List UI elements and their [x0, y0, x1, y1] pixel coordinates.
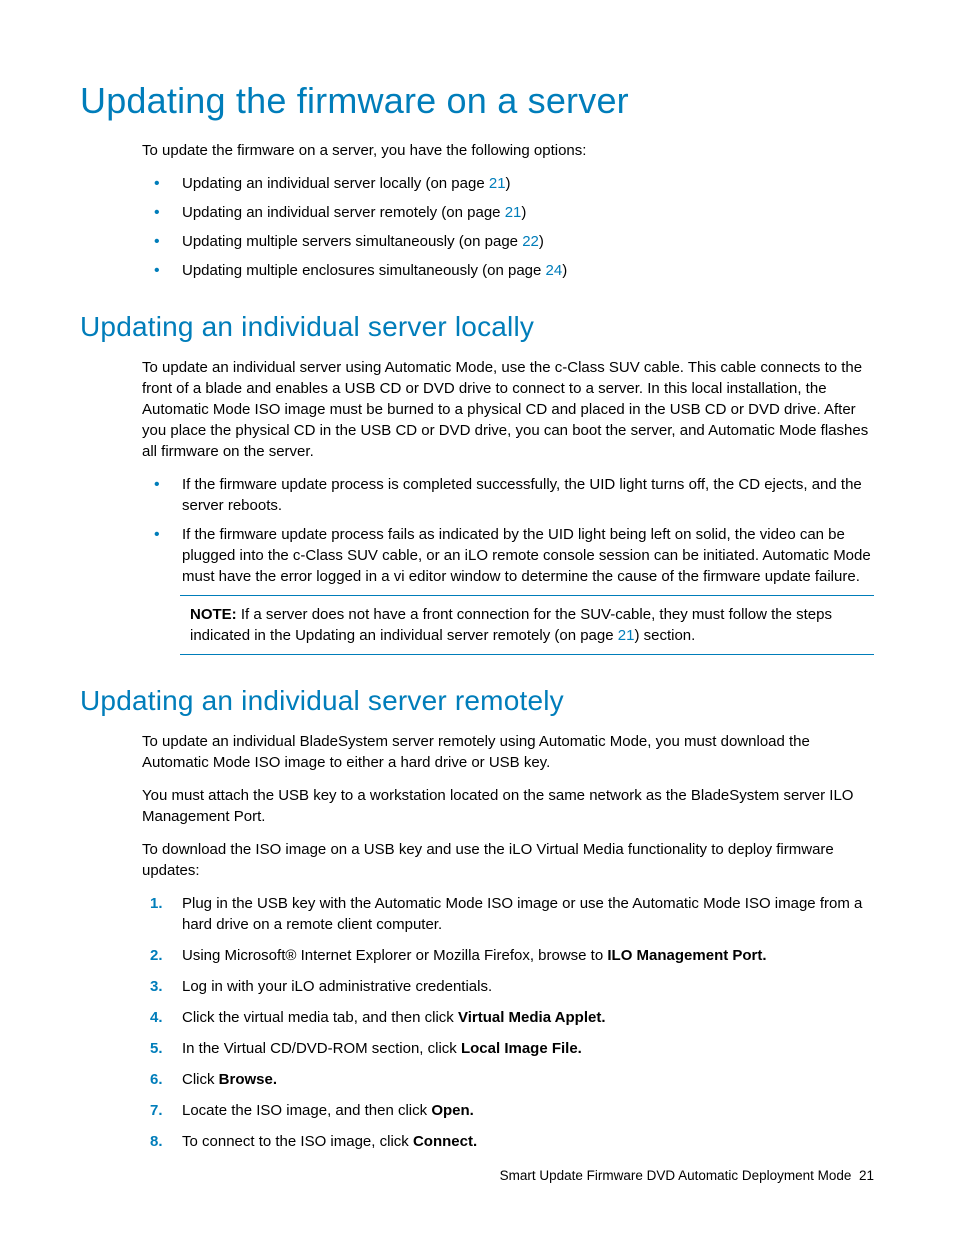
option-tail: ) [506, 175, 511, 192]
step-item: In the Virtual CD/DVD-ROM section, click… [142, 1038, 874, 1059]
page-link[interactable]: 21 [618, 627, 635, 644]
note-box: NOTE: If a server does not have a front … [180, 595, 874, 655]
note-text-pre: If a server does not have a front connec… [190, 606, 832, 644]
page-link[interactable]: 22 [522, 233, 539, 250]
section2-paragraph2: You must attach the USB key to a worksta… [80, 785, 874, 827]
option-tail: ) [539, 233, 544, 250]
option-text: Updating multiple enclosures simultaneou… [182, 262, 546, 279]
step-item: To connect to the ISO image, click Conne… [142, 1131, 874, 1152]
list-item: If the firmware update process is comple… [142, 474, 874, 516]
section-heading-locally: Updating an individual server locally [80, 311, 874, 343]
page-footer: Smart Update Firmware DVD Automatic Depl… [500, 1168, 874, 1183]
footer-text: Smart Update Firmware DVD Automatic Depl… [500, 1168, 852, 1183]
section1-bullets: If the firmware update process is comple… [80, 474, 874, 587]
page-link[interactable]: 21 [489, 175, 506, 192]
section2-paragraph1: To update an individual BladeSystem serv… [80, 731, 874, 773]
section1-paragraph: To update an individual server using Aut… [80, 357, 874, 462]
list-item: Updating multiple enclosures simultaneou… [142, 260, 874, 281]
list-item: Updating an individual server remotely (… [142, 202, 874, 223]
page-title: Updating the firmware on a server [80, 80, 874, 122]
page-content: Updating the firmware on a server To upd… [0, 0, 954, 1152]
step-text: Locate the ISO image, and then click [182, 1102, 431, 1119]
option-tail: ) [562, 262, 567, 279]
list-item: Updating multiple servers simultaneously… [142, 231, 874, 252]
option-text: Updating an individual server locally (o… [182, 175, 489, 192]
list-item: If the firmware update process fails as … [142, 524, 874, 587]
step-item: Log in with your iLO administrative cred… [142, 976, 874, 997]
step-bold: Browse. [219, 1071, 277, 1088]
step-text: Click [182, 1071, 219, 1088]
step-text: In the Virtual CD/DVD-ROM section, click [182, 1040, 461, 1057]
option-text: Updating multiple servers simultaneously… [182, 233, 522, 250]
step-item: Using Microsoft® Internet Explorer or Mo… [142, 945, 874, 966]
note-label: NOTE: [190, 606, 237, 623]
options-list: Updating an individual server locally (o… [80, 173, 874, 281]
footer-page-number: 21 [859, 1168, 874, 1183]
step-bold: Virtual Media Applet. [458, 1009, 606, 1026]
option-text: Updating an individual server remotely (… [182, 204, 505, 221]
note-text-post: ) section. [634, 627, 695, 644]
section-heading-remotely: Updating an individual server remotely [80, 685, 874, 717]
step-bold: ILO Management Port. [607, 947, 766, 964]
step-item: Click Browse. [142, 1069, 874, 1090]
step-bold: Local Image File. [461, 1040, 582, 1057]
section2-paragraph3: To download the ISO image on a USB key a… [80, 839, 874, 881]
option-tail: ) [521, 204, 526, 221]
step-text: Using Microsoft® Internet Explorer or Mo… [182, 947, 607, 964]
step-item: Click the virtual media tab, and then cl… [142, 1007, 874, 1028]
list-item: Updating an individual server locally (o… [142, 173, 874, 194]
intro-paragraph: To update the firmware on a server, you … [80, 140, 874, 161]
steps-list: Plug in the USB key with the Automatic M… [80, 893, 874, 1152]
step-item: Locate the ISO image, and then click Ope… [142, 1100, 874, 1121]
step-bold: Connect. [413, 1133, 477, 1150]
step-item: Plug in the USB key with the Automatic M… [142, 893, 874, 935]
step-text: Click the virtual media tab, and then cl… [182, 1009, 458, 1026]
step-text: To connect to the ISO image, click [182, 1133, 413, 1150]
step-bold: Open. [431, 1102, 474, 1119]
page-link[interactable]: 21 [505, 204, 522, 221]
page-link[interactable]: 24 [546, 262, 563, 279]
